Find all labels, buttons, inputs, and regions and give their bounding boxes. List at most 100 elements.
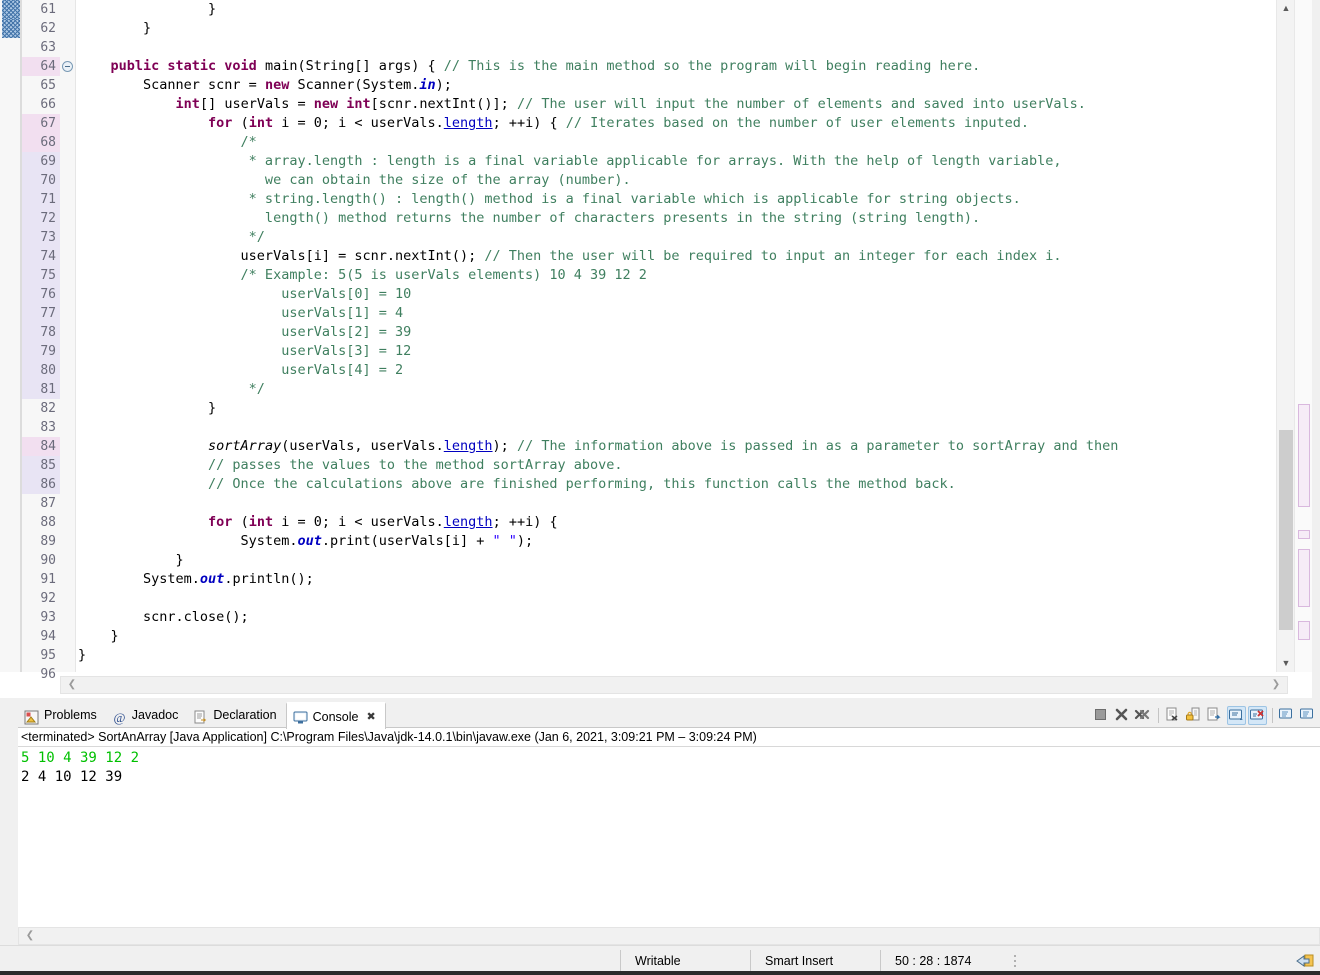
line-number: 78: [22, 323, 60, 342]
code-line[interactable]: public static void main(String[] args) {…: [76, 57, 1276, 76]
code-token: i = 0; i < userVals.: [273, 115, 444, 131]
overview-change-marker[interactable]: [1298, 549, 1310, 607]
code-line[interactable]: for (int i = 0; i < userVals.length; ++i…: [76, 114, 1276, 133]
display-selected-console-button[interactable]: [1248, 705, 1267, 725]
line-number: 84: [22, 437, 60, 456]
clear-console-button[interactable]: [1164, 706, 1183, 725]
code-line[interactable]: }: [76, 0, 1276, 19]
line-number: 68: [22, 133, 60, 152]
code-line[interactable]: /* Example: 5(5 is userVals elements) 10…: [76, 266, 1276, 285]
code-line[interactable]: [76, 494, 1276, 513]
tab-problems[interactable]: Problems: [18, 702, 106, 728]
code-line[interactable]: [76, 418, 1276, 437]
annotation-ruler[interactable]: [0, 0, 22, 672]
tab-declaration[interactable]: Declaration: [187, 702, 285, 728]
code-line[interactable]: userVals[1] = 4: [76, 304, 1276, 323]
code-line[interactable]: Scanner scnr = new Scanner(System.in);: [76, 76, 1276, 95]
scroll-lock-button[interactable]: [1185, 706, 1204, 725]
code-line[interactable]: [76, 589, 1276, 608]
console-output-text[interactable]: 5 10 4 39 12 2 2 4 10 12 39: [18, 747, 1320, 923]
code-token: userVals[1] = 4: [78, 305, 404, 321]
code-line[interactable]: userVals[0] = 10: [76, 285, 1276, 304]
pin-console-button[interactable]: [1227, 705, 1246, 725]
code-token: we can obtain the size of the array (num…: [78, 172, 631, 188]
console-scroll-left-arrow-icon[interactable]: ❮: [22, 928, 38, 944]
code-line[interactable]: int[] userVals = new int[scnr.nextInt()]…: [76, 95, 1276, 114]
scroll-down-arrow-icon[interactable]: ▼: [1277, 655, 1295, 672]
status-resize-grip[interactable]: [1009, 950, 1023, 972]
code-line[interactable]: [76, 38, 1276, 57]
code-line[interactable]: userVals[3] = 12: [76, 342, 1276, 361]
editor-horizontal-scrollbar[interactable]: ❮ ❯: [60, 676, 1288, 694]
declaration-icon: [193, 708, 208, 723]
line-number: 62: [40, 21, 56, 36]
fold-collapse-icon[interactable]: [62, 61, 73, 72]
tab-label: Problems: [44, 708, 97, 722]
overview-ruler[interactable]: [1294, 0, 1312, 672]
code-line[interactable]: // passes the values to the method sortA…: [76, 456, 1276, 475]
code-line[interactable]: }: [76, 551, 1276, 570]
remove-launch-button[interactable]: [1113, 706, 1132, 725]
line-number: 86: [22, 475, 60, 494]
code-line[interactable]: userVals[2] = 39: [76, 323, 1276, 342]
terminate-button[interactable]: [1092, 706, 1111, 725]
tab-javadoc[interactable]: @ Javadoc: [106, 702, 188, 728]
console-horizontal-scrollbar[interactable]: ❮: [18, 927, 1320, 945]
line-number: 75: [22, 266, 60, 285]
quick-diff-marker[interactable]: [2, 0, 20, 19]
tab-console[interactable]: Console ✖: [285, 702, 386, 729]
code-line[interactable]: System.out.println();: [76, 570, 1276, 589]
code-line[interactable]: }: [76, 19, 1276, 38]
close-icon[interactable]: ✖: [366, 705, 375, 729]
overview-change-marker[interactable]: [1298, 621, 1310, 640]
code-line[interactable]: /*: [76, 133, 1276, 152]
line-number: 85: [22, 456, 60, 475]
status-notification-icon[interactable]: [1294, 951, 1316, 971]
scroll-up-arrow-icon[interactable]: ▲: [1277, 0, 1295, 17]
line-number: 96: [40, 667, 56, 682]
code-token: [] userVals =: [199, 96, 314, 112]
code-line[interactable]: length() method returns the number of ch…: [76, 209, 1276, 228]
line-number: 87: [40, 496, 56, 511]
open-console-button[interactable]: [1278, 706, 1297, 725]
code-token: Scanner scnr =: [78, 77, 265, 93]
view-menu-button[interactable]: [1299, 706, 1318, 725]
line-number: 89: [40, 534, 56, 549]
code-token: public static void: [110, 58, 257, 74]
overview-change-marker[interactable]: [1298, 404, 1310, 507]
code-line[interactable]: System.out.print(userVals[i] + " ");: [76, 532, 1276, 551]
folding-ruler[interactable]: [60, 0, 76, 672]
code-line[interactable]: we can obtain the size of the array (num…: [76, 171, 1276, 190]
scroll-right-arrow-icon[interactable]: ❯: [1267, 677, 1285, 693]
java-source-editor[interactable]: 61 62 63 64 65 66 67 68 69 70 71 72 73 74 75 76 77 78 79 80…: [0, 0, 1312, 698]
code-line[interactable]: */: [76, 228, 1276, 247]
overview-change-marker[interactable]: [1298, 530, 1310, 539]
code-line[interactable]: * string.length() : length() method is a…: [76, 190, 1276, 209]
code-line[interactable]: }: [76, 399, 1276, 418]
code-line[interactable]: for (int i = 0; i < userVals.length; ++i…: [76, 513, 1276, 532]
code-line[interactable]: }: [76, 627, 1276, 646]
word-wrap-button[interactable]: [1206, 706, 1225, 725]
code-token: main(String[] args) {: [256, 58, 444, 74]
code-line[interactable]: */: [76, 380, 1276, 399]
quick-diff-marker[interactable]: [2, 19, 20, 38]
line-number: 61: [40, 2, 56, 17]
code-line[interactable]: }: [76, 646, 1276, 665]
line-number: 74: [22, 247, 60, 266]
code-line[interactable]: [76, 665, 1276, 672]
code-line[interactable]: userVals[i] = scnr.nextInt(); // Then th…: [76, 247, 1276, 266]
scroll-left-arrow-icon[interactable]: ❮: [63, 677, 81, 693]
editor-vertical-scrollbar[interactable]: ▲ ▼: [1276, 0, 1294, 672]
code-token: userVals[2] = 39: [78, 324, 412, 340]
code-line[interactable]: * array.length : length is a final varia…: [76, 152, 1276, 171]
code-text-surface[interactable]: } } public static void main(String[] arg…: [76, 0, 1276, 672]
code-line[interactable]: scnr.close();: [76, 608, 1276, 627]
line-number: 92: [40, 591, 56, 606]
code-line[interactable]: // Once the calculations above are finis…: [76, 475, 1276, 494]
code-line[interactable]: sortArray(userVals, userVals.length); //…: [76, 437, 1276, 456]
remove-all-terminated-button[interactable]: [1134, 706, 1153, 725]
console-toolbar: [1092, 704, 1318, 726]
vertical-scroll-thumb[interactable]: [1279, 430, 1293, 630]
code-line[interactable]: userVals[4] = 2: [76, 361, 1276, 380]
